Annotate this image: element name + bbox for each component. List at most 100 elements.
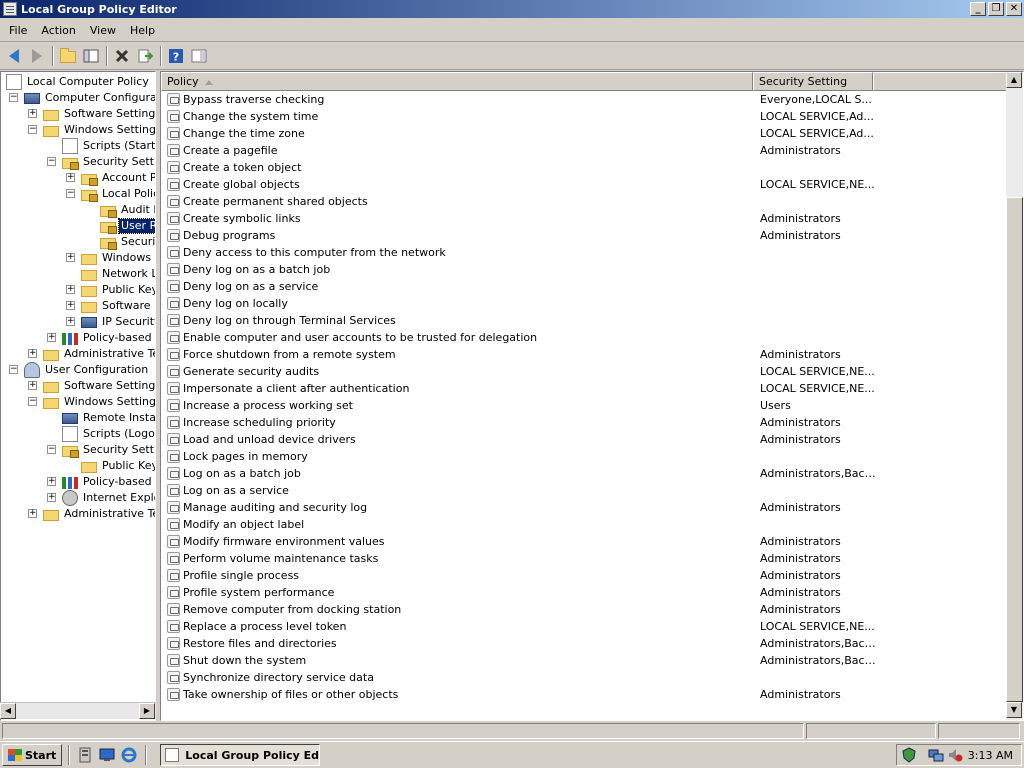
tree-item-scripts-startup[interactable]: Scripts (Startup/Shutdown) <box>62 138 155 154</box>
show-hide-tree-button[interactable] <box>80 45 102 67</box>
tree-item-user-windows-settings[interactable]: − Windows Settings <box>28 394 155 410</box>
table-row[interactable]: Modify firmware environment values Admini… <box>161 533 1007 550</box>
up-one-level-button[interactable] <box>57 45 79 67</box>
scroll-thumb[interactable] <box>1006 197 1023 702</box>
menu-help[interactable]: Help <box>123 22 162 39</box>
menu-view[interactable]: View <box>83 22 123 39</box>
scroll-up-button[interactable]: ▲ <box>1006 72 1022 88</box>
tree-item-software-restriction[interactable]: + Software Restriction Policies <box>66 298 155 314</box>
expand-toggle[interactable]: + <box>66 173 75 182</box>
tree-item-local-policies[interactable]: − Local Policies <box>66 186 155 202</box>
tree-horizontal-scrollbar[interactable]: ◀ ▶ <box>0 702 156 719</box>
tree-item-policy-based-qos[interactable]: + Policy-based QoS <box>47 330 155 346</box>
export-list-button[interactable] <box>134 45 156 67</box>
table-row[interactable]: Remove computer from docking station Admi… <box>161 601 1007 618</box>
table-row[interactable]: Restore files and directories Administrat… <box>161 635 1007 652</box>
table-row[interactable]: Create permanent shared objects <box>161 193 1007 210</box>
expand-toggle[interactable]: + <box>47 493 56 502</box>
table-row[interactable]: Change the system time LOCAL SERVICE,Ad..… <box>161 108 1007 125</box>
table-row[interactable]: Log on as a service <box>161 482 1007 499</box>
collapse-toggle[interactable]: − <box>9 365 18 374</box>
table-row[interactable]: Force shutdown from a remote system Admin… <box>161 346 1007 363</box>
network-icon[interactable] <box>928 747 944 763</box>
expand-toggle[interactable]: + <box>66 253 75 262</box>
table-row[interactable]: Deny log on through Terminal Services <box>161 312 1007 329</box>
scroll-right-button[interactable]: ▶ <box>139 703 155 719</box>
table-row[interactable]: Bypass traverse checking Everyone,LOCAL S… <box>161 91 1007 108</box>
table-row[interactable]: Enable computer and user accounts to be … <box>161 329 1007 346</box>
table-row[interactable]: Load and unload device drivers Administra… <box>161 431 1007 448</box>
table-row[interactable]: Change the time zone LOCAL SERVICE,Ad... <box>161 125 1007 142</box>
back-button[interactable] <box>3 45 25 67</box>
clock[interactable]: 3:13 AM <box>968 749 1013 762</box>
minimize-button[interactable]: _ <box>970 2 986 16</box>
tree-item-account-policies[interactable]: + Account Policies <box>66 170 155 186</box>
table-row[interactable]: Replace a process level token LOCAL SERVI… <box>161 618 1007 635</box>
quicklaunch-server-manager[interactable] <box>75 745 95 765</box>
tree-item-user-rights-assignment[interactable]: User Rights Assignment <box>100 218 155 234</box>
app-icon[interactable] <box>3 2 17 16</box>
collapse-toggle[interactable]: − <box>28 125 37 134</box>
table-row[interactable]: Deny access to this computer from the ne… <box>161 244 1007 261</box>
expand-toggle[interactable]: + <box>66 285 75 294</box>
title-bar[interactable]: Local Group Policy Editor _ ❐ ✕ <box>0 0 1024 18</box>
tree-item-user-policy-based-qos[interactable]: + Policy-based QoS <box>47 474 155 490</box>
tree-item-user-security-settings[interactable]: − Security Settings <box>47 442 155 458</box>
tree-item-network-list-manager[interactable]: Network List Manager Policies <box>81 266 155 282</box>
tree-item-administrative-templates[interactable]: + Administrative Templates <box>28 346 155 362</box>
tree-item-windows-settings[interactable]: − Windows Settings <box>28 122 155 138</box>
table-row[interactable]: Modify an object label <box>161 516 1007 533</box>
column-header-policy[interactable]: Policy <box>161 72 753 91</box>
tree-item-security-settings[interactable]: − Security Settings <box>47 154 155 170</box>
table-row[interactable]: Take ownership of files or other objects… <box>161 686 1007 703</box>
restore-button[interactable]: ❐ <box>988 2 1004 16</box>
tree-item-computer-configuration[interactable]: − Computer Configuration <box>9 90 155 106</box>
tree-item-user-public-key[interactable]: Public Key Policies <box>81 458 155 474</box>
tree-item-user-administrative-templates[interactable]: + Administrative Templates <box>28 506 155 522</box>
table-row[interactable]: Generate security audits LOCAL SERVICE,NE… <box>161 363 1007 380</box>
tree-item-public-key-policies[interactable]: + Public Key Policies <box>66 282 155 298</box>
quicklaunch-internet-explorer[interactable] <box>119 745 139 765</box>
close-button[interactable]: ✕ <box>1006 2 1022 16</box>
tree-item-security-options[interactable]: Security Options <box>100 234 155 250</box>
forward-button[interactable] <box>26 45 48 67</box>
menu-action[interactable]: Action <box>34 22 82 39</box>
tree-item-user-configuration[interactable]: − User Configuration <box>9 362 150 378</box>
collapse-toggle[interactable]: − <box>47 157 56 166</box>
tree-item-windows-firewall[interactable]: + Windows Firewall with Advanced Securit… <box>66 250 155 266</box>
list-vertical-scrollbar[interactable]: ▲ ▼ <box>1006 72 1023 720</box>
table-row[interactable]: Increase a process working set Users <box>161 397 1007 414</box>
properties-button[interactable] <box>188 45 210 67</box>
expand-toggle[interactable]: + <box>28 509 37 518</box>
table-row[interactable]: Deny log on as a batch job <box>161 261 1007 278</box>
expand-toggle[interactable]: + <box>66 317 75 326</box>
expand-toggle[interactable]: + <box>66 301 75 310</box>
table-row[interactable]: Impersonate a client after authenticatio… <box>161 380 1007 397</box>
table-row[interactable]: Create a token object <box>161 159 1007 176</box>
scroll-left-button[interactable]: ◀ <box>0 703 16 719</box>
table-row[interactable]: Manage auditing and security log Administ… <box>161 499 1007 516</box>
expand-toggle[interactable]: + <box>47 477 56 486</box>
table-row[interactable]: Increase scheduling priority Administrato… <box>161 414 1007 431</box>
tree-item-local-computer-policy[interactable]: Local Computer Policy <box>6 74 151 90</box>
delete-button[interactable] <box>111 45 133 67</box>
scroll-down-button[interactable]: ▼ <box>1006 702 1022 718</box>
taskbar-item-group-policy-editor[interactable]: Local Group Policy Edi... <box>160 744 321 766</box>
tree-item-ip-security[interactable]: + IP Security Policies on Local Computer <box>66 314 155 330</box>
collapse-toggle[interactable]: − <box>28 397 37 406</box>
table-row[interactable]: Deny log on as a service <box>161 278 1007 295</box>
tree-item-software-settings[interactable]: + Software Settings <box>28 106 155 122</box>
table-row[interactable]: Profile system performance Administrators <box>161 584 1007 601</box>
column-header-security-setting[interactable]: Security Setting <box>753 72 873 91</box>
tree-item-remote-installation[interactable]: Remote Installation Services <box>62 410 155 426</box>
table-row[interactable]: Lock pages in memory <box>161 448 1007 465</box>
console-tree[interactable]: Local Computer Policy − Computer Configu… <box>0 71 156 721</box>
tree-item-audit-policy[interactable]: Audit Policy <box>100 202 155 218</box>
collapse-toggle[interactable]: − <box>47 445 56 454</box>
start-button[interactable]: Start <box>2 744 63 766</box>
table-row[interactable]: Profile single process Administrators <box>161 567 1007 584</box>
collapse-toggle[interactable]: − <box>9 93 18 102</box>
table-row[interactable]: Log on as a batch job Administrators,Back… <box>161 465 1007 482</box>
quicklaunch-show-desktop[interactable] <box>97 745 117 765</box>
menu-file[interactable]: File <box>2 22 34 39</box>
